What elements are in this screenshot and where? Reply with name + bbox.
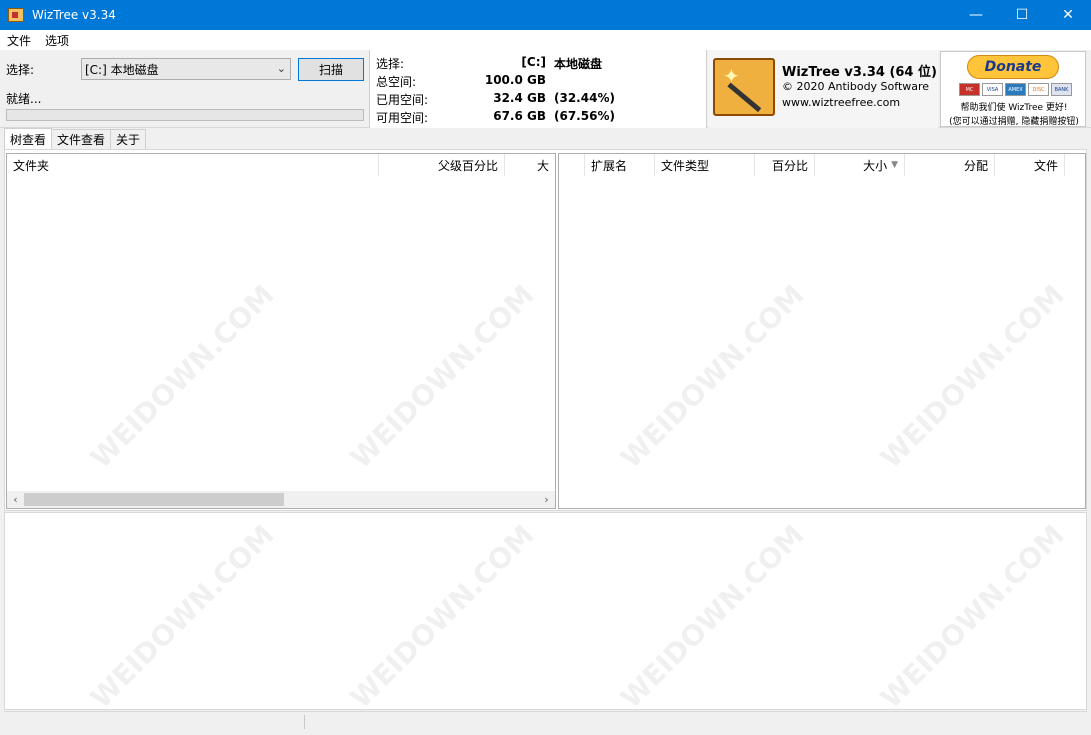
donate-note-text: (您可以通过捐赠, 隐藏捐赠按钮)	[949, 117, 1079, 127]
tree-view-content: 文件夹 父级百分比 大 ‹ › 扩展名 文件类型 百分比 大小 ▼ 分配 文件	[4, 149, 1087, 511]
info-select-name: 本地磁盘	[554, 57, 603, 71]
brand-copyright: © 2020 Antibody Software	[782, 80, 930, 93]
drive-select-value: [C:] 本地磁盘	[85, 62, 159, 77]
info-free-value: 67.6 GB	[493, 109, 546, 123]
column-header-allocated[interactable]: 分配	[905, 154, 995, 176]
visa-icon: VISA	[982, 83, 1003, 96]
drive-select-label: 选择:	[6, 63, 35, 77]
discover-icon: DISC	[1028, 83, 1049, 96]
file-types-list[interactable]: 扩展名 文件类型 百分比 大小 ▼ 分配 文件	[558, 153, 1086, 509]
column-header-folder[interactable]: 文件夹	[7, 154, 379, 176]
info-row-used: 已用空间: 32.4 GB (32.44%)	[376, 89, 706, 107]
drive-select[interactable]: [C:] 本地磁盘 ⌄	[81, 58, 291, 80]
scan-progress-bar	[6, 109, 364, 121]
wiztree-logo-icon[interactable]: ✦	[713, 58, 775, 116]
info-select-label: 选择:	[376, 57, 405, 71]
horizontal-scrollbar[interactable]: ‹ ›	[7, 491, 555, 508]
sort-desc-icon: ▼	[891, 160, 898, 170]
info-row-select: 选择: [C:] 本地磁盘	[376, 53, 706, 71]
scan-button[interactable]: 扫描	[298, 58, 364, 81]
close-button[interactable]: ✕	[1045, 0, 1091, 30]
column-header-percent[interactable]: 百分比	[755, 154, 815, 176]
column-header-files[interactable]: 文件	[995, 154, 1065, 176]
status-bar-separator	[304, 715, 305, 729]
info-select-drive: [C:]	[521, 55, 546, 69]
status-bar	[4, 711, 1087, 731]
info-used-percent: (32.44%)	[554, 91, 615, 105]
tab-about[interactable]: 关于	[110, 129, 147, 149]
brand-name: WizTree v3.34 (64 位)	[782, 65, 937, 80]
info-row-free: 可用空间: 67.6 GB (67.56%)	[376, 107, 706, 125]
folder-tree-list[interactable]: 文件夹 父级百分比 大 ‹ ›	[6, 153, 556, 509]
scroll-right-icon[interactable]: ›	[538, 491, 555, 508]
column-header-size[interactable]: 大小 ▼	[815, 154, 905, 176]
brand-url-link[interactable]: www.wiztreefree.com	[782, 96, 900, 109]
donate-help-text: 帮助我们使 WizTree 更好!	[960, 103, 1068, 113]
maximize-button[interactable]: ☐	[999, 0, 1045, 30]
brand-panel: ✦ WizTree v3.34 (64 位) © 2020 Antibody S…	[708, 50, 938, 128]
column-header-file-type[interactable]: 文件类型	[655, 154, 755, 176]
info-free-label: 可用空间:	[376, 111, 429, 125]
menu-bar: 文件 选项	[0, 30, 1091, 50]
wand-icon	[727, 82, 762, 113]
info-row-total: 总空间: 100.0 GB	[376, 71, 706, 89]
window-controls: — ☐ ✕	[953, 0, 1091, 30]
chevron-down-icon: ⌄	[276, 62, 286, 75]
column-header-parent-percent[interactable]: 父级百分比	[379, 154, 505, 176]
title-bar: WizTree v3.34 — ☐ ✕	[0, 0, 1091, 30]
view-tabs: 树查看 文件查看 关于	[4, 128, 147, 149]
wiztree-app-icon	[8, 8, 24, 22]
status-text: 就绪...	[6, 92, 42, 106]
menu-file[interactable]: 文件	[0, 32, 38, 49]
folder-tree-header: 文件夹 父级百分比 大	[7, 154, 555, 176]
scrollbar-thumb[interactable]	[24, 493, 284, 506]
donate-panel: Donate MC VISA AMEX DISC BANK 帮助我们使 WizT…	[940, 51, 1086, 127]
bank-icon: BANK	[1051, 83, 1072, 96]
info-total-label: 总空间:	[376, 75, 417, 89]
window-title: WizTree v3.34	[32, 8, 116, 22]
donate-button[interactable]: Donate	[967, 55, 1059, 79]
amex-icon: AMEX	[1005, 83, 1026, 96]
info-used-value: 32.4 GB	[493, 91, 546, 105]
payment-cards: MC VISA AMEX DISC BANK	[959, 83, 1072, 96]
column-header-size[interactable]: 大	[505, 154, 555, 176]
mastercard-icon: MC	[959, 83, 980, 96]
scan-panel: 选择: [C:] 本地磁盘 ⌄ 扫描 就绪... 选择: [C:] 本地磁盘 总…	[0, 50, 1091, 128]
tab-file-view[interactable]: 文件查看	[51, 129, 112, 149]
info-free-percent: (67.56%)	[554, 109, 615, 123]
minimize-button[interactable]: —	[953, 0, 999, 30]
column-header-extension[interactable]: 扩展名	[585, 154, 655, 176]
column-header-size-label: 大小	[863, 158, 888, 173]
menu-options[interactable]: 选项	[38, 32, 76, 49]
tab-tree-view[interactable]: 树查看	[4, 128, 53, 149]
file-types-header: 扩展名 文件类型 百分比 大小 ▼ 分配 文件	[559, 154, 1085, 176]
drive-info-panel: 选择: [C:] 本地磁盘 总空间: 100.0 GB 已用空间: 32.4 G…	[369, 50, 707, 128]
info-used-label: 已用空间:	[376, 93, 429, 107]
treemap-area[interactable]	[4, 512, 1087, 710]
scroll-left-icon[interactable]: ‹	[7, 491, 24, 508]
column-header-icon[interactable]	[559, 154, 585, 176]
info-total-value: 100.0 GB	[484, 73, 546, 87]
